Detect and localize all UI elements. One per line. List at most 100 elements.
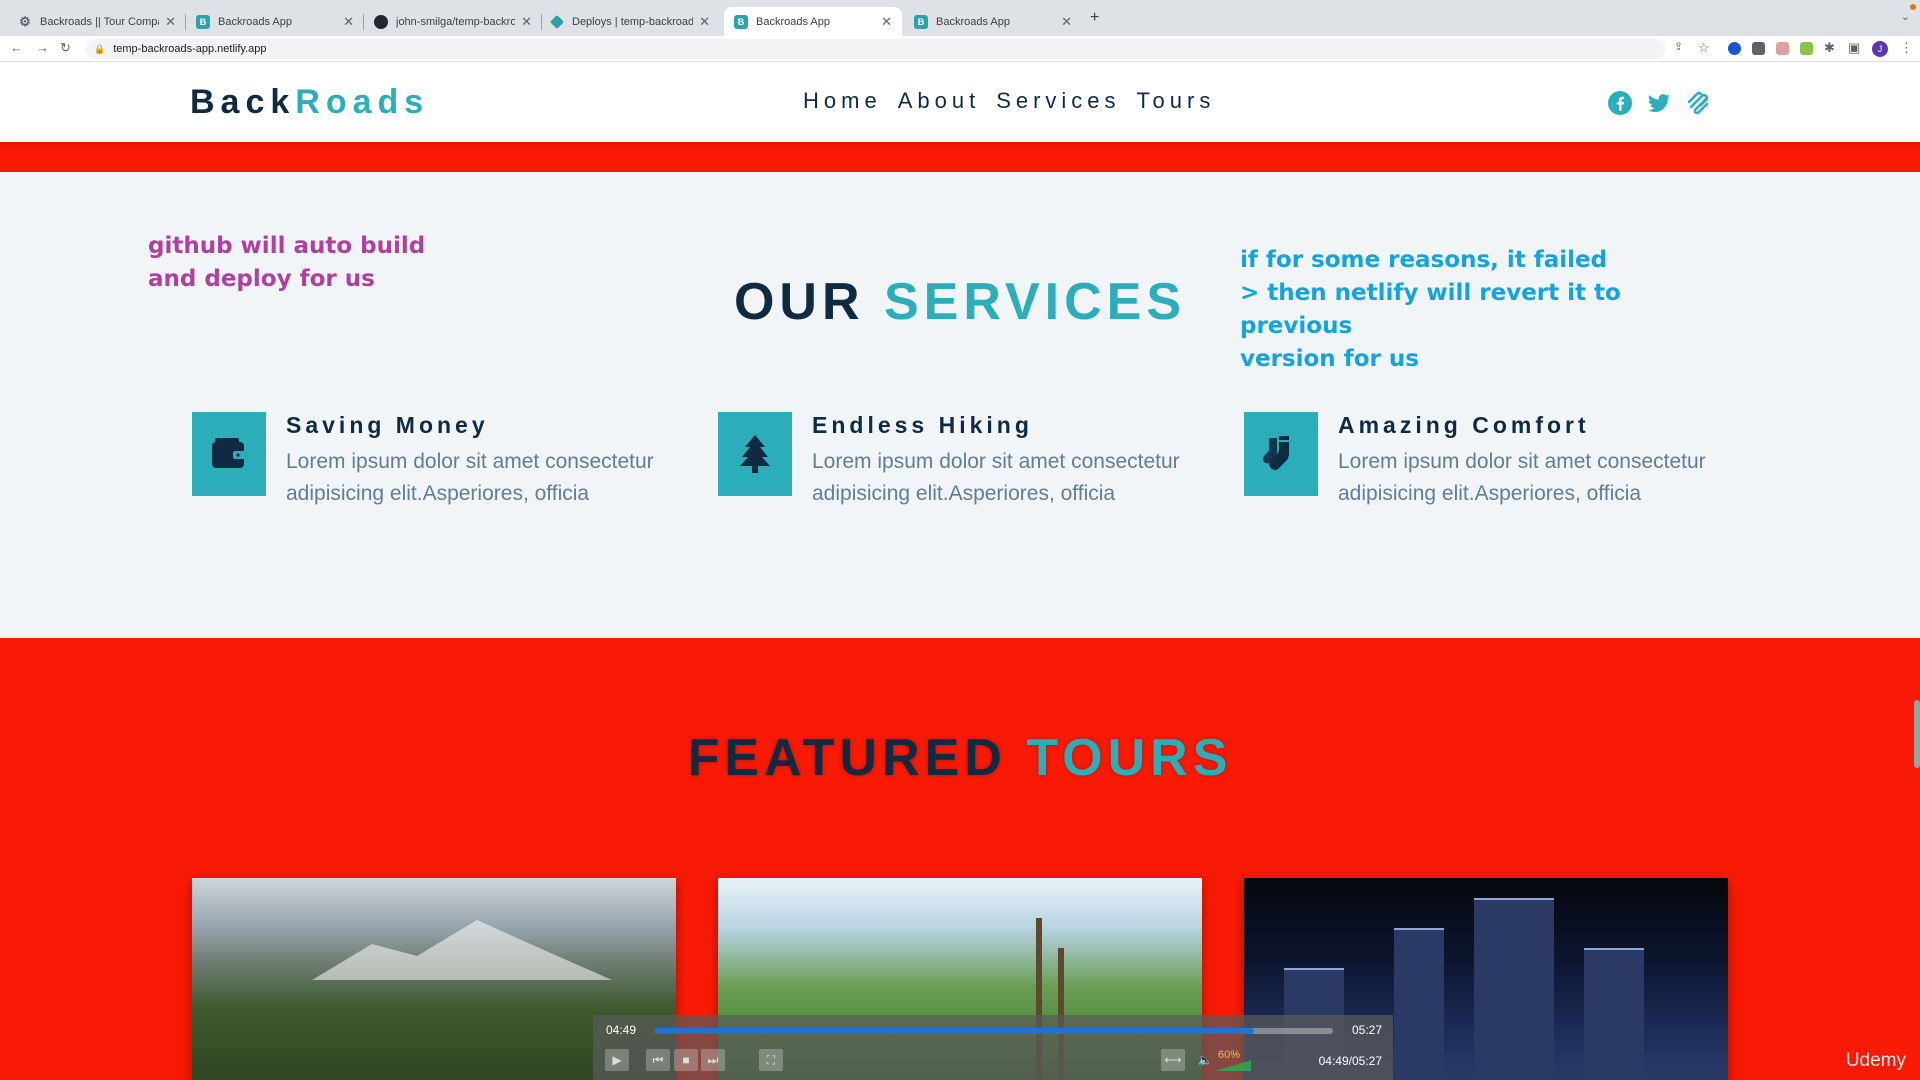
services-section: github will auto build and deploy for us… bbox=[0, 172, 1920, 638]
close-tab-icon[interactable]: ✕ bbox=[699, 14, 710, 30]
service-title: Amazing Comfort bbox=[1338, 412, 1590, 438]
close-tab-icon[interactable]: ✕ bbox=[881, 14, 892, 30]
page-viewport: BackRoads Home About Services Tours gith… bbox=[0, 62, 1920, 1080]
service-title: Endless Hiking bbox=[812, 412, 1033, 438]
play-icon[interactable]: ▶ bbox=[605, 1049, 629, 1071]
browser-tab[interactable]: Deploys | temp-backroads-app ✕ bbox=[542, 7, 720, 36]
title-word: FEATURED bbox=[687, 729, 1007, 787]
notification-dot bbox=[1910, 4, 1916, 10]
tab-search-icon[interactable]: ⌄ bbox=[1901, 10, 1910, 23]
current-time: 04:49 bbox=[606, 1023, 637, 1037]
share-icon[interactable]: ⇪ bbox=[1674, 40, 1683, 53]
site-logo[interactable]: BackRoads bbox=[190, 83, 429, 122]
url-field[interactable]: 🔒 temp-backroads-app.netlify.app bbox=[86, 39, 1666, 59]
nav-link-about[interactable]: About bbox=[898, 88, 981, 114]
address-bar: ← → ↻ 🔒 temp-backroads-app.netlify.app ⇪… bbox=[0, 36, 1920, 62]
title-accent-word: TOURS bbox=[1026, 729, 1233, 787]
stop-icon[interactable]: ■ bbox=[674, 1049, 698, 1071]
red-band bbox=[0, 142, 1920, 172]
back-icon[interactable]: ← bbox=[10, 40, 23, 55]
nav-links: Home About Services Tours bbox=[803, 88, 1215, 114]
browser-tab[interactable]: ⚙ Backroads || Tour Company ✕ bbox=[8, 7, 186, 36]
featured-tours-section: FEATURED TOURS bbox=[0, 638, 1920, 1080]
lock-icon: 🔒 bbox=[94, 43, 106, 54]
browser-tab[interactable]: B Backroads App ✕ bbox=[186, 7, 364, 36]
forward-icon[interactable]: → bbox=[36, 40, 49, 55]
browser-tab-active[interactable]: B Backroads App ✕ bbox=[724, 7, 902, 36]
building-shape bbox=[1584, 948, 1644, 1080]
title-accent-word: SERVICES bbox=[883, 273, 1187, 331]
tab-title: Backroads App bbox=[936, 15, 1010, 28]
volume-level: 60% bbox=[1218, 1049, 1241, 1061]
udemy-watermark: Udemy bbox=[1845, 1050, 1906, 1071]
seek-bar-progress bbox=[655, 1028, 1254, 1034]
new-tab-button[interactable]: + bbox=[1090, 9, 1099, 27]
squarespace-icon[interactable] bbox=[1685, 90, 1711, 116]
wallet-icon bbox=[212, 438, 246, 468]
time-readout: 04:49/05:27 bbox=[1318, 1054, 1382, 1068]
service-card-endless-hiking: Endless Hiking Lorem ipsum dolor sit ame… bbox=[718, 412, 1198, 532]
loop-icon[interactable]: ⟷ bbox=[1161, 1049, 1185, 1071]
service-title: Saving Money bbox=[286, 412, 489, 438]
sidepanel-icon[interactable]: ▣ bbox=[1848, 40, 1860, 56]
seek-bar[interactable] bbox=[655, 1028, 1333, 1034]
browser-tab[interactable]: john-smilga/temp-backroads-a ✕ bbox=[364, 7, 542, 36]
total-time: 05:27 bbox=[1351, 1023, 1382, 1037]
nav-link-home[interactable]: Home bbox=[803, 88, 882, 114]
annotation-line: version for us bbox=[1240, 346, 1419, 372]
close-tab-icon[interactable]: ✕ bbox=[343, 14, 354, 30]
speaker-icon[interactable]: 🔈 bbox=[1193, 1049, 1217, 1071]
extension-icon[interactable] bbox=[1776, 42, 1789, 55]
close-tab-icon[interactable]: ✕ bbox=[165, 14, 176, 30]
scrollbar-thumb[interactable] bbox=[1914, 700, 1920, 768]
close-tab-icon[interactable]: ✕ bbox=[521, 14, 532, 30]
profile-avatar[interactable]: J bbox=[1872, 41, 1888, 57]
service-text: Lorem ipsum dolor sit amet consectetur a… bbox=[286, 450, 654, 505]
fullscreen-icon[interactable]: ⛶ bbox=[759, 1049, 783, 1071]
extension-icon[interactable] bbox=[1752, 42, 1765, 55]
twitter-icon[interactable] bbox=[1646, 90, 1672, 116]
netlify-icon bbox=[549, 14, 565, 29]
menu-icon[interactable]: ⋮ bbox=[1900, 40, 1913, 56]
reload-icon[interactable]: ↻ bbox=[60, 40, 71, 56]
socks-icon bbox=[1263, 436, 1289, 470]
service-card-amazing-comfort: Amazing Comfort Lorem ipsum dolor sit am… bbox=[1244, 412, 1724, 532]
service-icon-box bbox=[192, 412, 266, 496]
services-title: OUR SERVICES bbox=[0, 272, 1920, 332]
logo-text: Back bbox=[190, 83, 296, 121]
site-favicon-icon: B bbox=[734, 14, 748, 29]
tab-title: Backroads || Tour Company bbox=[40, 15, 159, 28]
extension-icon[interactable] bbox=[1728, 42, 1741, 55]
tab-title: Backroads App bbox=[756, 15, 830, 28]
facebook-icon[interactable] bbox=[1607, 90, 1633, 116]
next-icon[interactable]: ⏭ bbox=[701, 1049, 725, 1071]
nav-link-services[interactable]: Services bbox=[996, 88, 1120, 114]
tours-title: FEATURED TOURS bbox=[0, 728, 1920, 788]
url-text: temp-backroads-app.netlify.app bbox=[113, 43, 267, 55]
site-navbar: BackRoads Home About Services Tours bbox=[0, 62, 1920, 142]
close-tab-icon[interactable]: ✕ bbox=[1061, 14, 1072, 30]
github-icon bbox=[374, 14, 388, 29]
building-shape bbox=[1474, 898, 1554, 1080]
puzzle-icon[interactable]: ✱ bbox=[1824, 40, 1835, 56]
service-icon-box bbox=[1244, 412, 1318, 496]
building-shape bbox=[1394, 928, 1444, 1080]
annotation-line: github will auto build bbox=[148, 233, 426, 259]
tree-icon bbox=[740, 435, 770, 473]
browser-tab[interactable]: B Backroads App ✕ bbox=[904, 7, 1082, 36]
previous-icon[interactable]: ⏮ bbox=[646, 1049, 670, 1071]
mountain-snow-shape bbox=[312, 920, 612, 980]
tab-title: john-smilga/temp-backroads-a bbox=[396, 15, 516, 28]
site-favicon-icon: B bbox=[914, 14, 928, 29]
extension-icon[interactable] bbox=[1800, 42, 1813, 55]
browser-tab-bar: ⚙ Backroads || Tour Company ✕ B Backroad… bbox=[0, 0, 1920, 36]
nav-link-tours[interactable]: Tours bbox=[1137, 88, 1216, 114]
service-text: Lorem ipsum dolor sit amet consectetur a… bbox=[1338, 450, 1706, 505]
site-favicon-icon: B bbox=[196, 14, 210, 29]
service-text: Lorem ipsum dolor sit amet consectetur a… bbox=[812, 450, 1180, 505]
service-icon-box bbox=[718, 412, 792, 496]
video-player-controls: 04:49 05:27 ▶ ⏮ ■ ⏭ ⛶ ⟷ 🔈 60% 04:49/05:2… bbox=[593, 1015, 1393, 1080]
service-card-saving-money: Saving Money Lorem ipsum dolor sit amet … bbox=[192, 412, 672, 532]
bookmark-star-icon[interactable]: ☆ bbox=[1698, 40, 1710, 56]
gear-icon: ⚙ bbox=[19, 13, 31, 29]
